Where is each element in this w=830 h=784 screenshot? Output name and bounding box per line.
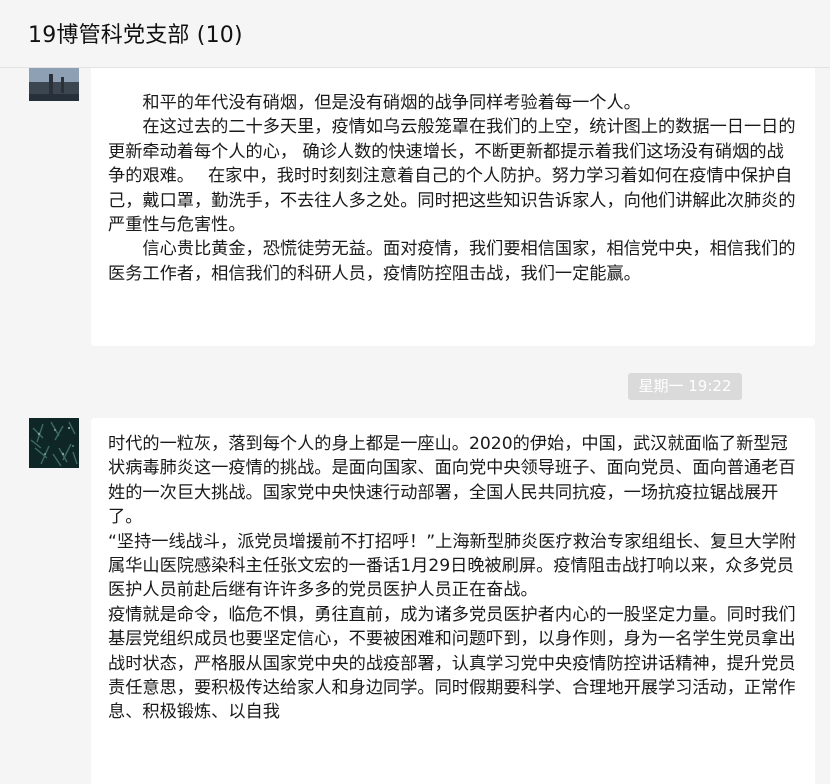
- avatar[interactable]: [29, 418, 79, 468]
- message-paragraph: 信心贵比黄金，恐慌徒劳无益。面对疫情，我们要相信国家，相信党中央，相信我们的医务…: [108, 239, 796, 284]
- chat-header: 19博管科党支部 (10): [0, 0, 830, 68]
- message-paragraph: 疫情就是命令，临危不惧，勇往直前，成为诸多党员医护者内心的一股坚定力量。同时我们…: [108, 604, 796, 723]
- message-bubble[interactable]: 和平的年代没有硝烟，但是没有硝烟的战争同样考验着每一个人。 在这过去的二十多天里…: [91, 68, 815, 346]
- message-paragraph: 和平的年代没有硝烟，但是没有硝烟的战争同样考验着每一个人。: [142, 93, 641, 113]
- avatar-photo-icon: [29, 68, 79, 101]
- avatar-photo-icon: [29, 418, 79, 468]
- avatar[interactable]: [29, 68, 79, 101]
- message-timestamp: 星期一 19:22: [628, 373, 742, 400]
- message-bubble[interactable]: 时代的一粒灰，落到每个人的身上都是一座山。2020的伊始，中国，武汉就面临了新型…: [91, 418, 815, 784]
- message-paragraph: 时代的一粒灰，落到每个人的身上都是一座山。2020的伊始，中国，武汉就面临了新型…: [108, 434, 796, 528]
- message-list[interactable]: 和平的年代没有硝烟，但是没有硝烟的战争同样考验着每一个人。 在这过去的二十多天里…: [0, 68, 830, 784]
- message-paragraph: 在这过去的二十多天里，疫情如乌云般笼罩在我们的上空，统计图上的数据一日一日的更新…: [108, 117, 796, 236]
- chat-title[interactable]: 19博管科党支部 (10): [28, 17, 243, 49]
- message-paragraph: “坚持一线战斗，派党员增援前不打招呼！”上海新型肺炎医疗救治专家组组长、复旦大学…: [108, 531, 797, 601]
